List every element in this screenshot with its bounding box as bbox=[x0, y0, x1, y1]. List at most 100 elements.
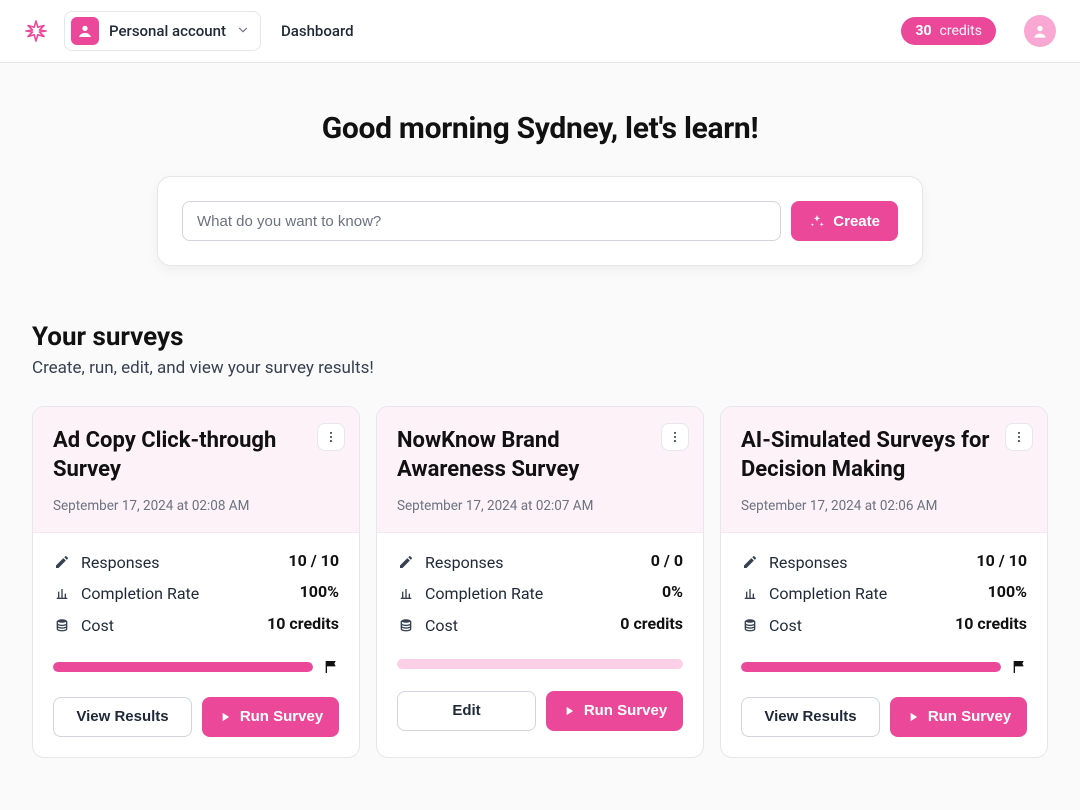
run-survey-label: Run Survey bbox=[240, 708, 323, 725]
progress-fill bbox=[53, 662, 313, 672]
run-survey-label: Run Survey bbox=[928, 708, 1011, 725]
play-icon bbox=[562, 704, 576, 718]
greeting-heading: Good morning Sydney, let's learn! bbox=[0, 111, 1080, 146]
stat-completion: Completion Rate 100% bbox=[741, 582, 1027, 605]
ask-input[interactable] bbox=[182, 201, 781, 241]
stat-label: Responses bbox=[81, 551, 278, 574]
card-header: AI-Simulated Surveys for Decision Making… bbox=[721, 407, 1047, 533]
stat-completion: Completion Rate 100% bbox=[53, 582, 339, 605]
progress-bar bbox=[741, 662, 1001, 672]
survey-date: September 17, 2024 at 02:06 AM bbox=[741, 498, 1027, 514]
run-survey-button[interactable]: Run Survey bbox=[890, 697, 1027, 737]
surveys-section: Your surveys Create, run, edit, and view… bbox=[0, 322, 1080, 758]
stat-value: 10 / 10 bbox=[288, 551, 339, 570]
survey-card: AI-Simulated Surveys for Decision Making… bbox=[720, 406, 1048, 758]
card-menu-button[interactable] bbox=[661, 423, 689, 451]
survey-date: September 17, 2024 at 02:07 AM bbox=[397, 498, 683, 514]
edit-icon bbox=[53, 551, 71, 570]
card-body: Responses 10 / 10 Completion Rate 100% Cost 1… bbox=[721, 533, 1047, 757]
stat-label: Completion Rate bbox=[81, 582, 290, 605]
stat-cost: Cost 10 credits bbox=[53, 614, 339, 637]
chart-icon bbox=[741, 582, 759, 601]
sparkle-icon bbox=[809, 213, 825, 229]
stat-label: Responses bbox=[425, 551, 641, 574]
stat-value: 0 credits bbox=[620, 614, 683, 633]
run-survey-button[interactable]: Run Survey bbox=[546, 691, 683, 731]
account-label: Personal account bbox=[109, 22, 226, 40]
account-picker[interactable]: Personal account bbox=[64, 11, 261, 51]
survey-title: Ad Copy Click-through Survey bbox=[53, 427, 339, 484]
survey-date: September 17, 2024 at 02:08 AM bbox=[53, 498, 339, 514]
play-icon bbox=[218, 710, 232, 724]
edit-icon bbox=[741, 551, 759, 570]
top-bar: Personal account Dashboard 30 credits bbox=[0, 0, 1080, 63]
stat-responses: Responses 10 / 10 bbox=[741, 551, 1027, 574]
stat-value: 10 / 10 bbox=[976, 551, 1027, 570]
stat-value: 0 / 0 bbox=[651, 551, 683, 570]
hero: Good morning Sydney, let's learn! Create bbox=[0, 63, 1080, 266]
flag-icon bbox=[323, 659, 339, 675]
edit-button[interactable]: Edit bbox=[397, 691, 536, 731]
stat-value: 100% bbox=[300, 582, 339, 601]
edit-icon bbox=[397, 551, 415, 570]
card-menu-button[interactable] bbox=[1005, 423, 1033, 451]
card-actions: View Results Run Survey bbox=[53, 697, 339, 737]
play-icon bbox=[906, 710, 920, 724]
chart-icon bbox=[53, 582, 71, 601]
stat-value: 0% bbox=[662, 582, 683, 601]
survey-card: NowKnow Brand Awareness Survey September … bbox=[376, 406, 704, 758]
card-body: Responses 10 / 10 Completion Rate 100% Cost 1… bbox=[33, 533, 359, 757]
progress-row bbox=[741, 659, 1027, 675]
stat-responses: Responses 0 / 0 bbox=[397, 551, 683, 574]
progress-bar bbox=[53, 662, 313, 672]
surveys-subtitle: Create, run, edit, and view your survey … bbox=[32, 358, 1048, 378]
nav-dashboard[interactable]: Dashboard bbox=[281, 22, 354, 40]
create-button[interactable]: Create bbox=[791, 201, 898, 241]
progress-fill bbox=[741, 662, 1001, 672]
user-avatar[interactable] bbox=[1024, 15, 1056, 47]
stat-value: 10 credits bbox=[267, 614, 339, 633]
run-survey-label: Run Survey bbox=[584, 702, 667, 719]
card-actions: View Results Run Survey bbox=[741, 697, 1027, 737]
account-avatar-icon bbox=[71, 17, 99, 45]
stat-label: Cost bbox=[425, 614, 610, 637]
survey-title: NowKnow Brand Awareness Survey bbox=[397, 427, 683, 484]
card-header: NowKnow Brand Awareness Survey September … bbox=[377, 407, 703, 533]
view-results-button[interactable]: View Results bbox=[741, 697, 880, 737]
stat-label: Responses bbox=[769, 551, 966, 574]
flag-icon bbox=[1011, 659, 1027, 675]
stat-value: 10 credits bbox=[955, 614, 1027, 633]
coins-icon bbox=[53, 614, 71, 633]
stat-cost: Cost 0 credits bbox=[397, 614, 683, 637]
main-content: Good morning Sydney, let's learn! Create… bbox=[0, 63, 1080, 810]
ask-card: Create bbox=[157, 176, 923, 266]
card-body: Responses 0 / 0 Completion Rate 0% Cost 0 cre… bbox=[377, 533, 703, 757]
card-menu-button[interactable] bbox=[317, 423, 345, 451]
card-header: Ad Copy Click-through Survey September 17… bbox=[33, 407, 359, 533]
progress-bar bbox=[397, 659, 683, 669]
credits-count: 30 bbox=[915, 23, 931, 39]
credits-label: credits bbox=[940, 23, 982, 39]
stat-completion: Completion Rate 0% bbox=[397, 582, 683, 605]
surveys-title: Your surveys bbox=[32, 322, 1048, 352]
view-results-button[interactable]: View Results bbox=[53, 697, 192, 737]
coins-icon bbox=[741, 614, 759, 633]
survey-title: AI-Simulated Surveys for Decision Making bbox=[741, 427, 1027, 484]
card-actions: Edit Run Survey bbox=[397, 691, 683, 731]
progress-row bbox=[53, 659, 339, 675]
survey-cards: Ad Copy Click-through Survey September 17… bbox=[32, 406, 1048, 758]
create-button-label: Create bbox=[833, 213, 880, 230]
stat-responses: Responses 10 / 10 bbox=[53, 551, 339, 574]
stat-label: Completion Rate bbox=[769, 582, 978, 605]
survey-card: Ad Copy Click-through Survey September 17… bbox=[32, 406, 360, 758]
chart-icon bbox=[397, 582, 415, 601]
stat-label: Cost bbox=[769, 614, 945, 637]
stat-label: Cost bbox=[81, 614, 257, 637]
coins-icon bbox=[397, 614, 415, 633]
stat-value: 100% bbox=[988, 582, 1027, 601]
stat-cost: Cost 10 credits bbox=[741, 614, 1027, 637]
progress-row bbox=[397, 659, 683, 669]
credits-pill[interactable]: 30 credits bbox=[901, 17, 996, 45]
stat-label: Completion Rate bbox=[425, 582, 652, 605]
run-survey-button[interactable]: Run Survey bbox=[202, 697, 339, 737]
